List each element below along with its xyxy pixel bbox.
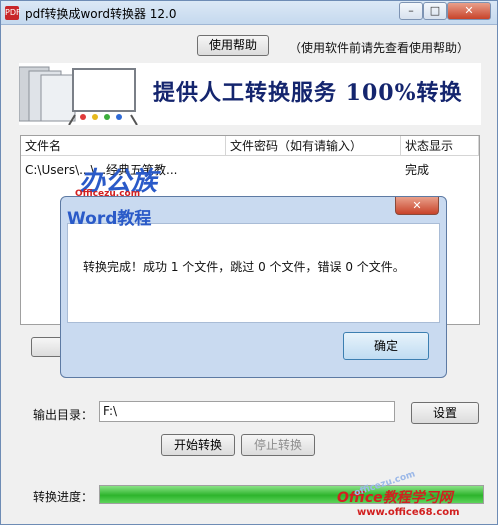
output-dir-input[interactable]: F:\ [99, 401, 395, 422]
close-button[interactable]: ✕ [447, 2, 491, 20]
minimize-button[interactable]: – [399, 2, 423, 20]
column-header-filename[interactable]: 文件名 [21, 136, 226, 156]
watermark-brand-url: Officezu.com [75, 189, 141, 199]
dialog-close-button[interactable]: ✕ [395, 197, 439, 215]
file-row-password[interactable] [226, 161, 401, 179]
output-dir-label: 输出目录： [33, 408, 94, 422]
dialog-message: 转换完成！成功 1 个文件，跳过 0 个文件，错误 0 个文件。 [83, 260, 405, 274]
banner: 提供人工转换服务 100%转换 [19, 63, 481, 125]
maximize-button[interactable]: □ [423, 2, 447, 20]
help-note: （使用软件前请先查看使用帮助） [289, 41, 470, 55]
pdf-app-icon: PDF [5, 6, 21, 20]
banner-text: 提供人工转换服务 100%转换 [153, 80, 463, 106]
ok-button[interactable]: 确定 [343, 332, 429, 360]
settings-button[interactable]: 设置 [411, 402, 479, 424]
column-header-status[interactable]: 状态显示 [401, 136, 479, 156]
watermark-brand-sub: Word教程 [67, 209, 152, 229]
start-convert-button[interactable]: 开始转换 [161, 434, 235, 456]
column-header-password[interactable]: 文件密码（如有请输入） [226, 136, 401, 156]
dialog-body: 转换完成！成功 1 个文件，跳过 0 个文件，错误 0 个文件。 [67, 223, 440, 323]
file-row-status: 完成 [405, 163, 430, 177]
help-button[interactable]: 使用帮助 [197, 35, 269, 56]
title-bar: PDF pdf转换成word转换器 12.0 – □ ✕ [1, 1, 497, 25]
watermark-corner-url: www.office68.com [357, 507, 460, 518]
whiteboard-icon [19, 66, 138, 125]
window-title: pdf转换成word转换器 12.0 [25, 7, 177, 21]
app-window: PDF pdf转换成word转换器 12.0 – □ ✕ 使用帮助 （使用软件前… [0, 0, 498, 525]
stop-convert-button[interactable]: 停止转换 [241, 434, 315, 456]
progress-label: 转换进度： [33, 490, 94, 504]
